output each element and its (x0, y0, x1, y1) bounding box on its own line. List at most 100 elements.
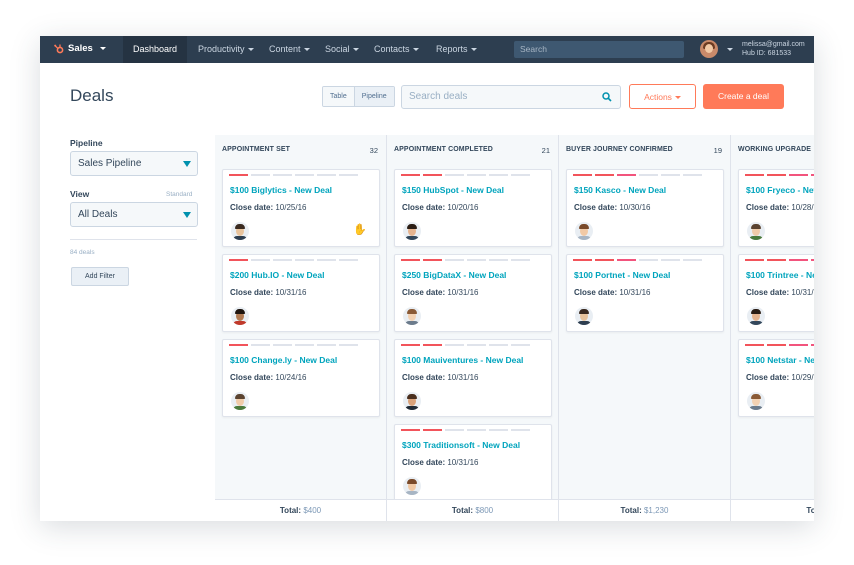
close-date: Close date: 10/31/16 (402, 458, 479, 467)
stage-count: 21 (541, 146, 550, 155)
column-total: Total: $1,230 (559, 499, 730, 521)
chevron-down-icon (470, 48, 477, 52)
pipeline-select[interactable]: Sales Pipeline (70, 151, 198, 176)
stage-count: 19 (713, 146, 722, 155)
account-info[interactable]: melissa@gmail.com Hub ID: 681533 (742, 40, 805, 58)
owner-avatar[interactable] (575, 222, 593, 240)
view-label: View (70, 189, 90, 199)
owner-avatar[interactable] (747, 222, 765, 240)
view-toggle: Table Pipeline (322, 86, 395, 107)
deal-search-input[interactable]: Search deals (401, 85, 621, 109)
deal-card[interactable]: $100 Portnet - New Deal Close date: 10/31… (566, 254, 724, 332)
create-deal-button[interactable]: Create a deal (703, 84, 784, 109)
close-date-label: Close date: (230, 203, 274, 212)
user-email: melissa@gmail.com (742, 41, 805, 48)
user-avatar[interactable] (700, 40, 718, 58)
stage-name: APPOINTMENT COMPLETED (394, 146, 493, 153)
deal-card[interactable]: $100 Netstar - New Deal Close date: 10/29… (738, 339, 814, 417)
table-view-button[interactable]: Table (323, 87, 354, 106)
deal-title-link[interactable]: $100 Mauiventures - New Deal (402, 355, 523, 365)
deal-title-link[interactable]: $100 Trintree - New Deal (746, 270, 814, 280)
stage-column: APPOINTMENT SET 32 $100 Biglytics - New De… (215, 135, 387, 521)
add-filter-button[interactable]: Add Filter (71, 267, 129, 286)
deal-card[interactable]: $100 Fryeco - New Deal Close date: 10/28/… (738, 169, 814, 247)
close-date: Close date: 10/31/16 (746, 288, 814, 297)
actions-button[interactable]: Actions (629, 84, 696, 109)
nav-label: Dashboard (133, 44, 178, 54)
owner-avatar[interactable] (231, 392, 249, 410)
owner-avatar[interactable] (747, 392, 765, 410)
global-search-input[interactable]: Search (514, 41, 684, 58)
close-date-value: 10/31/16 (791, 288, 814, 297)
stage-progress-bars (401, 174, 530, 176)
total-label: Total: (806, 506, 814, 515)
sales-menu[interactable]: Sales (54, 43, 106, 54)
owner-avatar[interactable] (403, 477, 421, 495)
close-date-value: 10/31/16 (619, 288, 651, 297)
owner-avatar[interactable] (231, 307, 249, 325)
deal-card[interactable]: $200 Hub.IO - New Deal Close date: 10/31/… (222, 254, 380, 332)
deal-card[interactable]: $250 BigDataX - New Deal Close date: 10/3… (394, 254, 552, 332)
column-total: Total: $800 (387, 499, 558, 521)
stage-column: BUYER JOURNEY CONFIRMED 19 $150 Kasco - Ne… (559, 135, 731, 521)
pipeline-view-button[interactable]: Pipeline (353, 87, 394, 106)
pipeline-label: Pipeline (70, 138, 103, 148)
chevron-down-icon (412, 48, 419, 52)
pipeline-board: APPOINTMENT SET 32 $100 Biglytics - New De… (215, 135, 814, 521)
deal-card[interactable]: $150 HubSpot - New Deal Close date: 10/20… (394, 169, 552, 247)
deal-card[interactable]: $100 Trintree - New Deal Close date: 10/3… (738, 254, 814, 332)
close-date-value: 10/31/16 (447, 373, 479, 382)
deal-count: 84 deals (70, 249, 95, 256)
close-date-label: Close date: (402, 373, 446, 382)
nav-label: Contacts (374, 44, 410, 54)
chevron-down-icon (352, 48, 359, 52)
nav-social[interactable]: Social (325, 44, 359, 54)
close-date: Close date: 10/31/16 (574, 288, 651, 297)
owner-avatar[interactable] (403, 392, 421, 410)
nav-content[interactable]: Content (269, 44, 310, 54)
deal-title-link[interactable]: $200 Hub.IO - New Deal (230, 270, 324, 280)
deal-title-link[interactable]: $100 Portnet - New Deal (574, 270, 670, 280)
deal-title-link[interactable]: $150 Kasco - New Deal (574, 185, 666, 195)
stage-progress-bars (229, 174, 358, 176)
deal-title-link[interactable]: $250 BigDataX - New Deal (402, 270, 506, 280)
nav-contacts[interactable]: Contacts (374, 44, 419, 54)
close-date-value: 10/24/16 (275, 373, 307, 382)
stage-progress-bars (401, 259, 530, 261)
dropdown-arrow-icon (183, 212, 191, 218)
deal-title-link[interactable]: $100 Change.ly - New Deal (230, 355, 337, 365)
deal-title-link[interactable]: $100 Netstar - New Deal (746, 355, 814, 365)
stage-count: 32 (369, 146, 378, 155)
chevron-down-icon[interactable] (727, 48, 733, 51)
deal-title-link[interactable]: $150 HubSpot - New Deal (402, 185, 504, 195)
total-value: $800 (475, 506, 494, 515)
deal-card[interactable]: $100 Mauiventures - New Deal Close date: … (394, 339, 552, 417)
pipeline-value: Sales Pipeline (78, 158, 142, 169)
owner-avatar[interactable] (231, 222, 249, 240)
deal-card[interactable]: $150 Kasco - New Deal Close date: 10/30/1… (566, 169, 724, 247)
close-date-value: 10/31/16 (447, 288, 479, 297)
divider (70, 239, 197, 240)
stage-progress-bars (229, 344, 358, 346)
owner-avatar[interactable] (403, 222, 421, 240)
deal-title-link[interactable]: $300 Traditionsoft - New Deal (402, 440, 520, 450)
deal-title-link[interactable]: $100 Fryeco - New Deal (746, 185, 814, 195)
search-placeholder: Search deals (409, 91, 468, 102)
deal-card[interactable]: $100 Change.ly - New Deal Close date: 10/… (222, 339, 380, 417)
nav-dashboard[interactable]: Dashboard (123, 36, 188, 63)
search-icon[interactable] (602, 92, 612, 102)
owner-avatar[interactable] (403, 307, 421, 325)
total-value: $400 (303, 506, 322, 515)
deal-title-link[interactable]: $100 Biglytics - New Deal (230, 185, 332, 195)
deal-card[interactable]: $300 Traditionsoft - New Deal Close date:… (394, 424, 552, 502)
total-label: Total: (451, 506, 474, 515)
nav-productivity[interactable]: Productivity (198, 44, 254, 54)
stage-name: BUYER JOURNEY CONFIRMED (566, 146, 673, 153)
owner-avatar[interactable] (575, 307, 593, 325)
stage-progress-bars (745, 174, 814, 176)
owner-avatar[interactable] (747, 307, 765, 325)
view-select[interactable]: All Deals (70, 202, 198, 227)
close-date-label: Close date: (402, 288, 446, 297)
nav-reports[interactable]: Reports (436, 44, 477, 54)
close-date-label: Close date: (402, 458, 446, 467)
